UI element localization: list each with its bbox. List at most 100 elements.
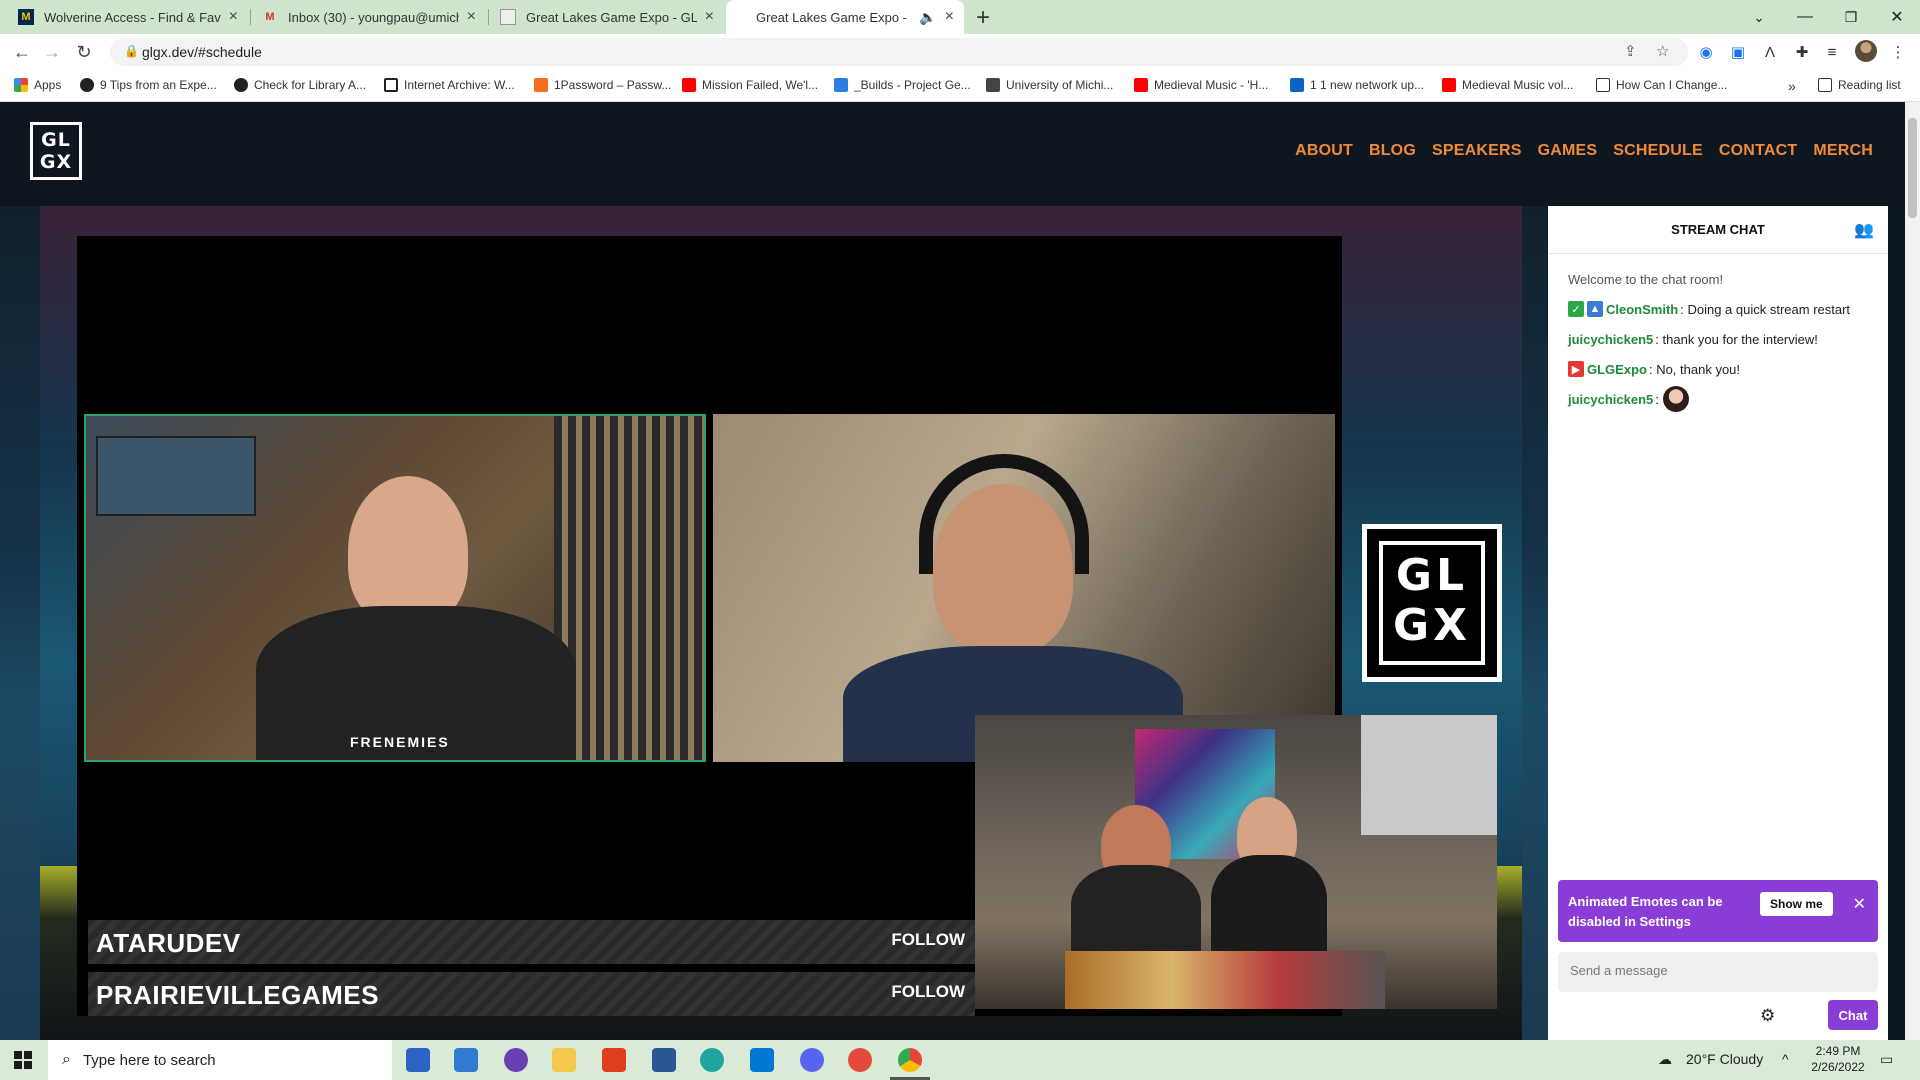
minimize-button[interactable]: — xyxy=(1782,0,1828,34)
tab-glgx-1[interactable]: Great Lakes Game Expo - GLGX × xyxy=(490,0,724,34)
bookmark-item[interactable]: Mission Failed, We'l... xyxy=(682,78,818,92)
stream-logo-bottom: GX xyxy=(1392,600,1472,651)
bookmark-item[interactable]: Check for Library A... xyxy=(234,78,366,92)
edge-browser-icon[interactable] xyxy=(700,1048,724,1072)
share-icon[interactable]: ⇪ xyxy=(1624,42,1637,60)
office-app-icon[interactable] xyxy=(602,1048,626,1072)
recording-app-icon[interactable] xyxy=(848,1048,872,1072)
tab-search-chevron-icon[interactable]: ⌄ xyxy=(1736,0,1782,34)
reload-icon[interactable]: ↻ xyxy=(72,40,96,64)
bookmark-item[interactable]: 1Password – Passw... xyxy=(534,78,671,92)
broadcaster-badge-icon[interactable]: ▲ xyxy=(1587,301,1603,317)
back-arrow-icon[interactable]: ← xyxy=(10,40,34,64)
new-tab-button[interactable]: + xyxy=(976,4,990,32)
weather-widget[interactable]: 20°F Cloudy xyxy=(1686,1051,1763,1067)
close-notice-icon[interactable]: ✕ xyxy=(1853,894,1866,914)
taskbar-search[interactable]: ⌕ Type here to search xyxy=(48,1040,392,1080)
video-badge-icon[interactable]: ▶ xyxy=(1568,361,1584,377)
extension-2-icon[interactable]: ▣ xyxy=(1728,42,1748,62)
bookmark-item[interactable]: Internet Archive: W... xyxy=(384,78,515,92)
forward-arrow-icon[interactable]: → xyxy=(40,40,64,64)
chat-message: ✓ ▲ CleonSmith : Doing a quick stream re… xyxy=(1568,294,1868,324)
tab-glgx-active[interactable]: Great Lakes Game Expo - GL 🔈 × xyxy=(726,0,964,34)
discord-app-icon[interactable] xyxy=(800,1048,824,1072)
close-tab-icon[interactable]: × xyxy=(945,8,954,26)
chrome-app-icon[interactable] xyxy=(898,1048,922,1072)
show-me-button[interactable]: Show me xyxy=(1760,892,1833,916)
nav-games[interactable]: GAMES xyxy=(1538,142,1598,160)
tab-title: Great Lakes Game Expo - GL xyxy=(756,9,912,25)
chat-username[interactable]: CleonSmith xyxy=(1606,302,1678,317)
person-shirt xyxy=(1211,855,1327,965)
chat-header: STREAM CHAT 👥 xyxy=(1548,206,1888,254)
address-bar[interactable]: 🔒 glgx.dev/#schedule ⇪ ☆ xyxy=(110,38,1688,66)
tab-wolverine-access[interactable]: M Wolverine Access - Find & Favori × xyxy=(8,0,248,34)
bookmarks-overflow-icon[interactable]: » xyxy=(1788,78,1796,94)
word-app-icon[interactable] xyxy=(652,1048,676,1072)
profile-avatar[interactable] xyxy=(1855,40,1877,62)
chat-username[interactable]: juicychicken5 xyxy=(1568,392,1653,407)
close-window-button[interactable]: ✕ xyxy=(1874,0,1920,34)
store-app-icon[interactable] xyxy=(406,1048,430,1072)
mail-app-icon[interactable] xyxy=(454,1048,478,1072)
bookmark-item[interactable]: How Can I Change... xyxy=(1596,78,1727,92)
vscode-app-icon[interactable] xyxy=(750,1048,774,1072)
restore-button[interactable]: ❐ xyxy=(1828,0,1874,34)
clock-date: 2/26/2022 xyxy=(1811,1060,1865,1074)
extension-1-icon[interactable]: ◉ xyxy=(1696,42,1716,62)
moderator-badge-icon[interactable]: ✓ xyxy=(1568,301,1584,317)
bookmark-item[interactable]: 9 Tips from an Expe... xyxy=(80,78,217,92)
nav-blog[interactable]: BLOG xyxy=(1369,142,1416,160)
windows-start-icon[interactable] xyxy=(14,1051,32,1069)
bookmark-label: University of Michi... xyxy=(1006,78,1114,92)
bookmark-apps[interactable]: Apps xyxy=(14,78,61,92)
emote-image[interactable] xyxy=(1662,386,1689,412)
extensions-puzzle-icon[interactable]: ✚ xyxy=(1792,42,1812,62)
follow-button[interactable]: FOLLOW xyxy=(891,982,965,1002)
chat-username[interactable]: juicychicken5 xyxy=(1568,332,1653,347)
lower-third-atarudev: ATARUDEV FOLLOW xyxy=(88,920,975,964)
nav-merch[interactable]: MERCH xyxy=(1813,142,1873,160)
users-icon[interactable]: 👥 xyxy=(1854,220,1874,240)
close-tab-icon[interactable]: × xyxy=(705,8,714,26)
close-tab-icon[interactable]: × xyxy=(467,8,476,26)
chat-message-input[interactable]: Send a message xyxy=(1558,952,1878,992)
chrome-menu-icon[interactable]: ⋮ xyxy=(1888,42,1908,62)
speaker-mute-icon[interactable]: 🔈 xyxy=(919,9,936,26)
umich-favicon-icon: M xyxy=(18,9,34,25)
nav-contact[interactable]: CONTACT xyxy=(1719,142,1797,160)
bookmark-item[interactable]: University of Michi... xyxy=(986,78,1113,92)
bookmark-item[interactable]: 1 1 new network up... xyxy=(1290,78,1424,92)
file-explorer-icon[interactable] xyxy=(552,1048,576,1072)
lock-icon[interactable]: 🔒 xyxy=(124,44,139,58)
bookmark-item[interactable]: Medieval Music - 'H... xyxy=(1134,78,1268,92)
tab-gmail-inbox[interactable]: M Inbox (30) - youngpau@umich.e × xyxy=(252,0,486,34)
tray-chevron-up-icon[interactable]: ^ xyxy=(1782,1051,1789,1067)
follow-button[interactable]: FOLLOW xyxy=(891,930,965,950)
bookmark-item[interactable]: _Builds - Project Ge... xyxy=(834,78,971,92)
extension-3-icon[interactable]: Λ xyxy=(1760,42,1780,62)
bookmark-label: Internet Archive: W... xyxy=(404,78,515,92)
bookmark-star-icon[interactable]: ☆ xyxy=(1656,42,1669,60)
chat-settings-gear-icon[interactable]: ⚙ xyxy=(1760,1006,1775,1026)
glgx-logo[interactable]: GL GX xyxy=(30,122,82,180)
bookmark-label: Apps xyxy=(34,78,62,92)
reading-list-button[interactable]: Reading list xyxy=(1818,78,1901,92)
podcast-app-icon[interactable] xyxy=(504,1048,528,1072)
scrollbar-thumb[interactable] xyxy=(1908,118,1917,218)
weather-cloud-icon[interactable]: ☁ xyxy=(1658,1051,1672,1068)
chat-username[interactable]: GLGExpo xyxy=(1587,362,1647,377)
page-scrollbar[interactable] xyxy=(1905,102,1920,1040)
youtube-icon xyxy=(1442,78,1456,92)
notifications-icon[interactable]: ▭ xyxy=(1880,1051,1893,1068)
nav-about[interactable]: ABOUT xyxy=(1295,142,1353,160)
nav-speakers[interactable]: SPEAKERS xyxy=(1432,142,1522,160)
taskbar-clock[interactable]: 2:49 PM 2/26/2022 xyxy=(1808,1043,1868,1075)
url-text[interactable]: glgx.dev/#schedule xyxy=(142,44,262,60)
chat-send-button[interactable]: Chat xyxy=(1828,1000,1878,1030)
bookmark-item[interactable]: Medieval Music vol... xyxy=(1442,78,1573,92)
close-tab-icon[interactable]: × xyxy=(229,8,238,26)
media-control-icon[interactable]: ≡ xyxy=(1822,42,1842,62)
nav-schedule[interactable]: SCHEDULE xyxy=(1613,142,1703,160)
windows-taskbar: ⌕ Type here to search ☁ 20°F Cloudy ^ 2:… xyxy=(0,1040,1920,1080)
